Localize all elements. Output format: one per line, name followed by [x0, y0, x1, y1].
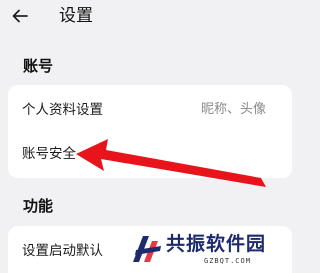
- row-label: 设置启动默认: [22, 243, 103, 259]
- app-header: 设置: [0, 0, 300, 34]
- section-title-account: 账号: [23, 57, 54, 75]
- back-button[interactable]: [8, 4, 32, 28]
- watermark: 共振软件园 GZBQT.COM: [130, 226, 300, 273]
- page-title: 设置: [59, 6, 93, 26]
- arrow-left-icon: [12, 9, 28, 23]
- watermark-brand: 共振软件园: [166, 233, 267, 255]
- row-account-security[interactable]: 账号安全: [8, 132, 292, 176]
- row-label: 账号安全: [22, 146, 76, 162]
- row-profile-settings[interactable]: 个人资料设置 昵称、头像: [8, 88, 292, 132]
- account-card: 个人资料设置 昵称、头像 账号安全: [8, 85, 292, 178]
- brand-logo-icon: [133, 236, 161, 262]
- row-value: 昵称、头像: [200, 102, 266, 117]
- watermark-url: GZBQT.COM: [204, 257, 251, 265]
- section-title-features: 功能: [23, 197, 54, 215]
- row-label: 个人资料设置: [22, 102, 103, 118]
